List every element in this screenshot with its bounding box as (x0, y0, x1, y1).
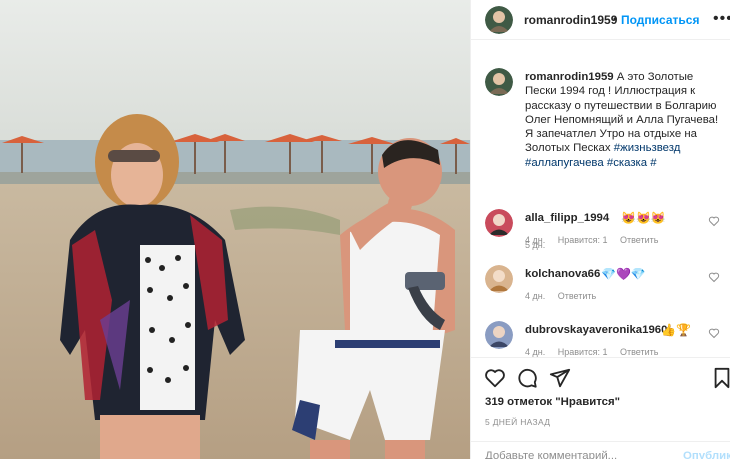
post-header: romanrodin1959 • Подписаться ••• (471, 0, 730, 40)
comment-time: 4 дн. (525, 291, 546, 301)
publish-button[interactable]: Опубликовать (683, 450, 730, 459)
heart-icon[interactable] (484, 367, 506, 389)
more-options-icon[interactable]: ••• (713, 10, 730, 28)
hashtag[interactable]: # (650, 157, 656, 169)
heart-icon[interactable] (708, 271, 720, 283)
comment-time: 4 дн. (525, 347, 546, 357)
post-photo[interactable] (0, 0, 470, 459)
commenter-username[interactable]: kolchanova66 (525, 268, 600, 280)
hashtag[interactable]: #жизньзвезд (614, 142, 681, 154)
comment-time: 4 дн. (525, 235, 546, 245)
post-side-panel: romanrodin1959 • Подписаться ••• romanro… (470, 0, 730, 459)
author-username[interactable]: romanrodin1959 (524, 13, 617, 27)
caption-avatar[interactable] (485, 68, 513, 96)
comment-likes[interactable]: Нравится: 1 (558, 235, 608, 245)
heart-icon[interactable] (708, 215, 720, 227)
hashtag[interactable]: #сказка (607, 157, 647, 169)
add-comment-bar: Добавьте комментарий... Опубликовать (471, 441, 730, 459)
author-avatar[interactable] (485, 6, 513, 34)
comment-input[interactable]: Добавьте комментарий... (485, 450, 617, 459)
commenter-username[interactable]: dubrovskayaveronika1960 (525, 324, 667, 336)
follow-button[interactable]: Подписаться (621, 13, 699, 27)
bookmark-icon[interactable] (711, 367, 730, 389)
post-actions: 319 отметок "Нравится" 5 ДНЕЙ НАЗАД Доба… (471, 357, 730, 459)
comment-icon[interactable] (516, 367, 538, 389)
separator-dot: • (613, 12, 618, 26)
commenter-avatar[interactable] (485, 209, 513, 237)
comment-meta: 4 дн. Нравится: 1 Ответить (525, 347, 668, 357)
caption-text: romanrodin1959 А это Золотые Пески 1994 … (525, 70, 725, 170)
likes-count[interactable]: 319 отметок "Нравится" (485, 396, 620, 408)
share-icon[interactable] (549, 367, 571, 389)
comment-meta: 4 дн. Ответить (525, 291, 606, 301)
reply-button[interactable]: Ответить (620, 235, 658, 245)
commenter-avatar[interactable] (485, 265, 513, 293)
commenter-avatar[interactable] (485, 321, 513, 349)
heart-icon[interactable] (708, 327, 720, 339)
comment-meta: 4 дн. Нравится: 1 Ответить (525, 235, 668, 245)
comment-item: kolchanova66 💎💜💎 4 дн. Ответить (471, 265, 730, 315)
comment-text: 💎💜💎 (601, 267, 646, 281)
commenter-username[interactable]: alla_filipp_1994 (525, 212, 609, 224)
comment-likes[interactable]: Нравится: 1 (558, 347, 608, 357)
reply-button[interactable]: Ответить (558, 291, 596, 301)
photo-image (0, 0, 470, 459)
caption-username[interactable]: romanrodin1959 (525, 71, 614, 83)
comment-item: alla_filipp_1994 😻😻😻 4 дн. Нравится: 1 О… (471, 209, 730, 259)
hashtag[interactable]: #аллапугачева (525, 157, 604, 169)
comment-text: 😻😻😻 (621, 211, 666, 225)
reply-button[interactable]: Ответить (620, 347, 658, 357)
comment-text: 👍🏆 (661, 323, 691, 337)
post-date: 5 ДНЕЙ НАЗАД (485, 417, 551, 427)
